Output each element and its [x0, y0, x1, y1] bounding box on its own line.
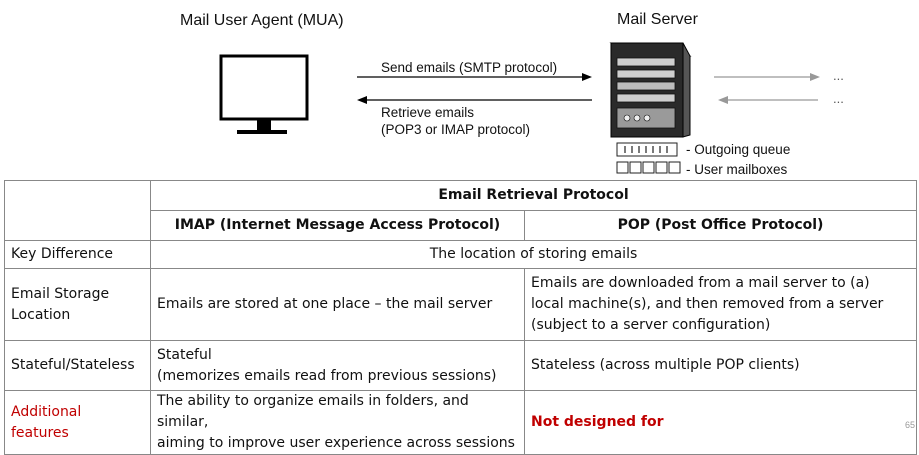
- user-mailboxes-icon: [616, 161, 681, 174]
- pop-cell-line3: (subject to a server configuration): [531, 317, 771, 333]
- table-row: Additional features The ability to organ…: [4, 390, 917, 455]
- table-row: Key Difference The location of storing e…: [4, 240, 917, 269]
- imap-cell-line1: Stateful: [157, 346, 212, 363]
- table-header-row: Email Retrieval Protocol: [4, 180, 917, 241]
- email-retrieval-table: Email Retrieval Protocol IMAP (Internet …: [4, 180, 917, 455]
- outgoing-arrow: [714, 73, 820, 81]
- row-label-line2: features: [11, 424, 69, 441]
- pop-cell: Emails are downloaded from a mail server…: [524, 268, 917, 341]
- pop-column-header: POP (Post Office Protocol): [524, 210, 917, 241]
- ellipsis-bottom: ...: [833, 91, 844, 106]
- row-label-line2: Location: [11, 306, 71, 323]
- pop-cell-line2: local machine(s), and then removed from …: [531, 296, 884, 312]
- table-row: Stateful/Stateless Stateful (memorizes e…: [4, 340, 917, 391]
- computer-icon: [219, 54, 309, 134]
- imap-cell-line2: aiming to improve user experience across…: [157, 435, 515, 451]
- outgoing-queue-label: - Outgoing queue: [686, 142, 791, 157]
- row-label: Additional features: [4, 390, 151, 455]
- page-number: 65: [904, 420, 915, 430]
- imap-cell: Emails are stored at one place – the mai…: [150, 268, 525, 341]
- row-label: Key Difference: [4, 240, 151, 269]
- pop-cell: Not designed for: [524, 390, 917, 455]
- row-label-line1: Additional: [11, 403, 82, 420]
- send-label: Send emails (SMTP protocol): [381, 60, 558, 75]
- row-label-line1: Email Storage: [11, 285, 110, 302]
- incoming-arrow: [718, 96, 818, 104]
- empty-corner-cell: [4, 180, 151, 241]
- retrieve-label-line1: Retrieve emails: [381, 105, 475, 120]
- imap-column-header: IMAP (Internet Message Access Protocol): [150, 210, 525, 241]
- server-icon: [609, 42, 692, 138]
- imap-cell: The ability to organize emails in folder…: [150, 390, 525, 455]
- imap-cell-line2: (memorizes emails read from previous ses…: [157, 367, 497, 384]
- imap-cell-line1: The ability to organize emails in folder…: [157, 393, 469, 430]
- retrieve-label-line2: (POP3 or IMAP protocol): [381, 122, 531, 137]
- table-row: Email Storage Location Emails are stored…: [4, 268, 917, 341]
- pop-cell: Stateless (across multiple POP clients): [524, 340, 917, 391]
- ellipsis-top: ...: [833, 68, 844, 83]
- row-label: Stateful/Stateless: [4, 340, 151, 391]
- key-difference-cell: The location of storing emails: [150, 240, 917, 269]
- outgoing-queue-icon: [616, 142, 678, 157]
- imap-cell: Stateful (memorizes emails read from pre…: [150, 340, 525, 391]
- group-header: Email Retrieval Protocol: [150, 180, 917, 211]
- retrieve-arrow: [357, 96, 592, 104]
- row-label: Email Storage Location: [4, 268, 151, 341]
- retrieve-label: Retrieve emails (POP3 or IMAP protocol): [381, 104, 530, 138]
- user-mailboxes-label: - User mailboxes: [686, 162, 788, 177]
- pop-cell-line1: Emails are downloaded from a mail server…: [531, 275, 870, 291]
